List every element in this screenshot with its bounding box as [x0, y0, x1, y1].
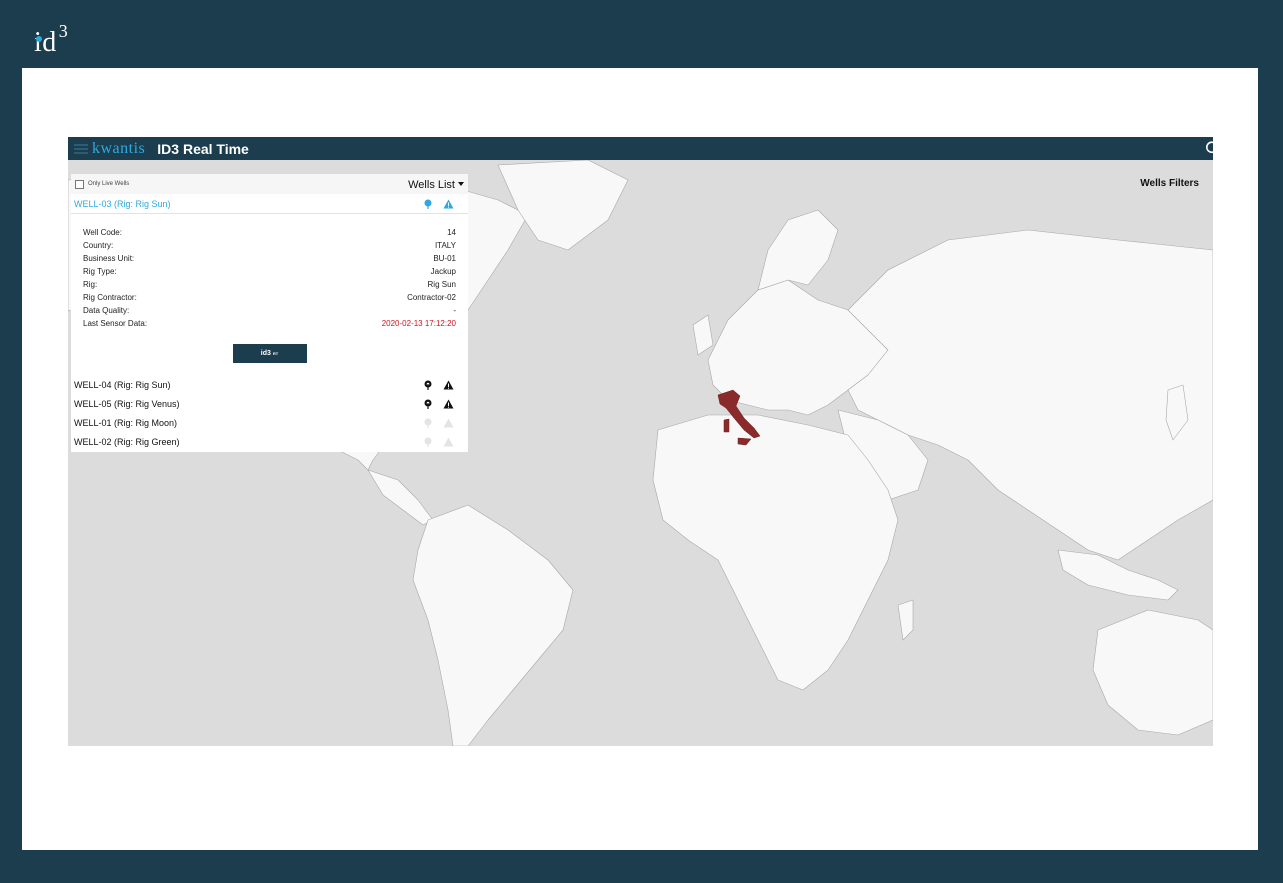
well-row[interactable]: WELL-04 (Rig: Rig Sun) [71, 375, 468, 394]
antenna-icon [424, 418, 432, 428]
antenna-icon [424, 199, 432, 209]
warning-icon [443, 199, 454, 208]
well-label: WELL-02 (Rig: Rig Green) [74, 436, 180, 447]
well-details: Well Code: 14 Country: ITALY Business Unit… [71, 214, 468, 330]
only-live-wells-checkbox[interactable] [75, 179, 84, 189]
wells-list-title: Wells List [408, 179, 455, 191]
antenna-icon [424, 380, 432, 390]
detail-row: Well Code: 14 [83, 228, 456, 237]
wells-panel: Only Live Wells Wells List WELL-03 (Rig:… [71, 174, 468, 452]
warning-icon [443, 380, 454, 389]
well-label: WELL-03 (Rig: Rig Sun) [74, 198, 171, 209]
app-title: ID3 Real Time [157, 140, 249, 157]
kwantis-logo: kwantis [92, 139, 146, 157]
detail-row: Rig: Rig Sun [83, 280, 456, 289]
well-label: WELL-01 (Rig: Rig Moon) [74, 417, 178, 428]
detail-row: Last Sensor Data: 2020-02-13 17:12:20 [83, 319, 456, 328]
app-window: kwantis ID3 Real Time Wells Filters Only… [68, 137, 1213, 746]
antenna-icon [424, 399, 432, 409]
only-live-wells-toggle[interactable]: Only Live Wells [75, 179, 130, 189]
panel-header: Only Live Wells Wells List [71, 174, 468, 194]
detail-row: Rig Type: Jackup [83, 267, 456, 276]
detail-row: Country: ITALY [83, 241, 456, 250]
wells-filters-toggle[interactable]: Wells Filters [1140, 178, 1199, 189]
wells-list-dropdown[interactable]: Wells List [408, 175, 464, 193]
caret-down-icon [458, 181, 464, 186]
hamburger-menu-icon[interactable] [74, 143, 88, 154]
well-row[interactable]: WELL-05 (Rig: Rig Venus) [71, 394, 468, 413]
detail-row: Data Quality: - [83, 306, 456, 315]
well-row[interactable]: WELL-01 (Rig: Rig Moon) [71, 413, 468, 432]
warning-icon [443, 399, 454, 408]
well-row-selected[interactable]: WELL-03 (Rig: Rig Sun) [71, 194, 468, 214]
italy-sardinia [723, 418, 730, 433]
open-id3-rt-button[interactable]: id3 RT [232, 344, 307, 363]
brand-logo: id 3 [34, 21, 69, 58]
detail-row: Business Unit: BU-01 [83, 254, 456, 263]
detail-row: Rig Contractor: Contractor-02 [83, 293, 456, 302]
only-live-wells-label: Only Live Wells [88, 181, 130, 187]
warning-icon [443, 437, 454, 446]
top-bar: kwantis ID3 Real Time [68, 137, 1213, 160]
well-label: WELL-05 (Rig: Rig Venus) [74, 398, 180, 409]
well-row[interactable]: WELL-02 (Rig: Rig Green) [71, 432, 468, 451]
warning-icon [443, 418, 454, 427]
antenna-icon [424, 437, 432, 447]
well-label: WELL-04 (Rig: Rig Sun) [74, 379, 171, 390]
refresh-icon[interactable] [1205, 140, 1213, 154]
